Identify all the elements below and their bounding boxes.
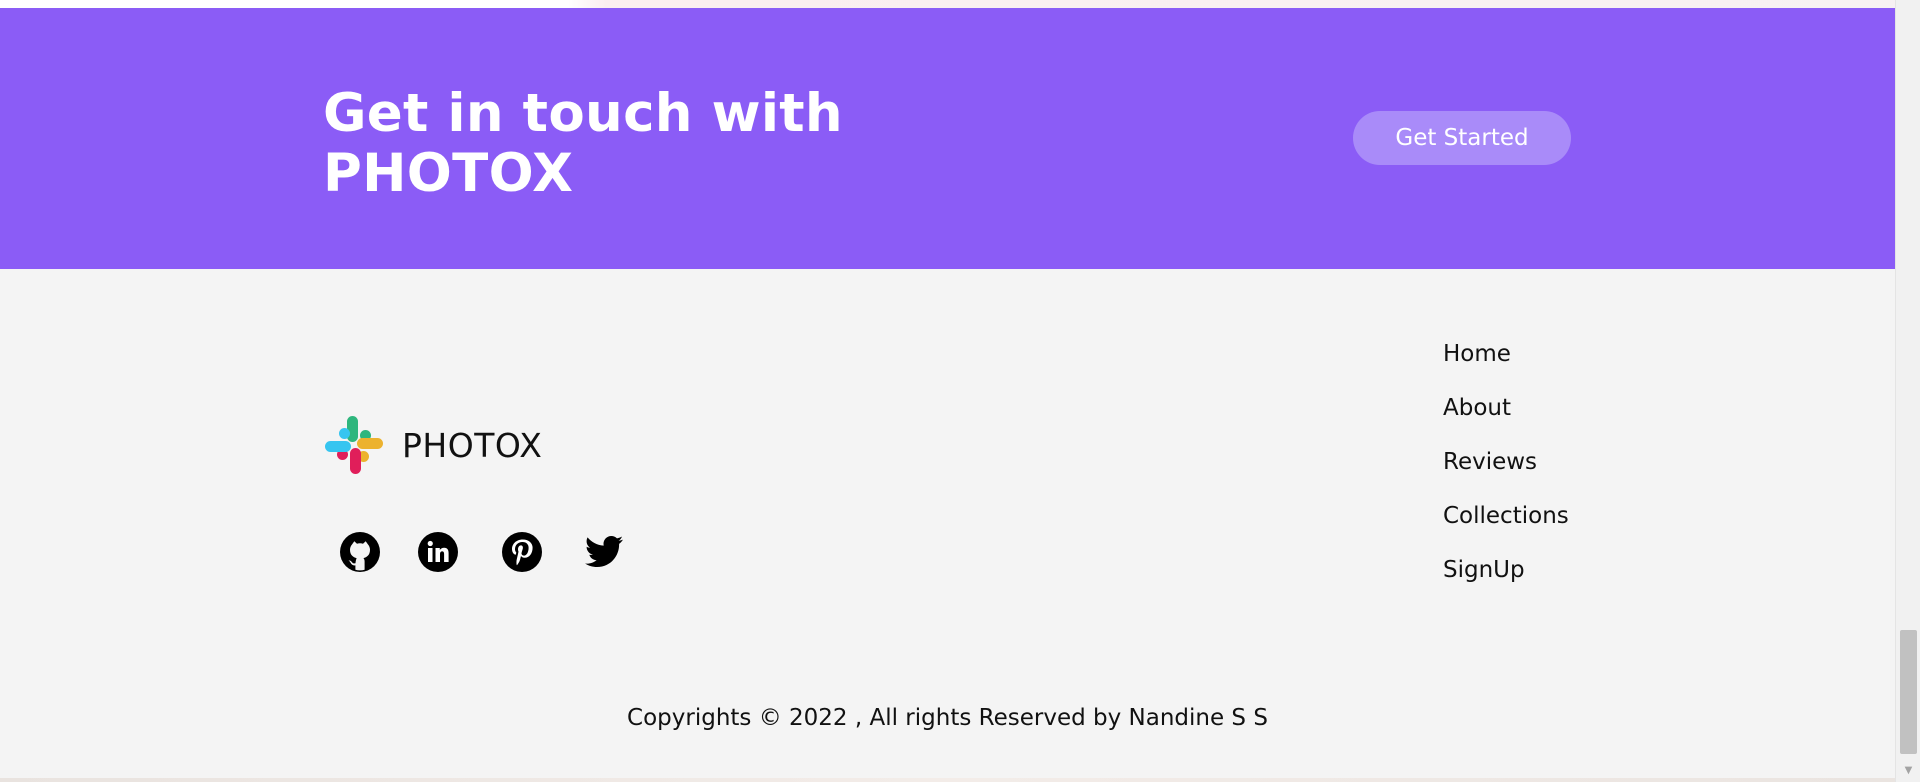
nav-item-home[interactable]: Home bbox=[1443, 339, 1569, 393]
top-strip bbox=[0, 0, 1895, 8]
cta-section: Get in touch with PHOTOX Get Started bbox=[0, 8, 1895, 269]
social-links bbox=[339, 531, 625, 573]
nav-item-signup[interactable]: SignUp bbox=[1443, 555, 1569, 609]
scroll-up-arrow-icon[interactable] bbox=[1896, 0, 1920, 20]
slack-style-logo-icon bbox=[325, 416, 383, 474]
get-started-button[interactable]: Get Started bbox=[1353, 111, 1571, 165]
scroll-down-arrow-icon[interactable]: ▼ bbox=[1896, 760, 1920, 780]
scrollbar[interactable]: ▼ bbox=[1895, 0, 1920, 782]
brand-name: PHOTOX bbox=[402, 425, 543, 465]
nav-item-collections[interactable]: Collections bbox=[1443, 501, 1569, 555]
nav-item-about[interactable]: About bbox=[1443, 393, 1569, 447]
copyright-text: Copyrights © 2022 , All rights Reserved … bbox=[627, 705, 1268, 731]
nav-item-reviews[interactable]: Reviews bbox=[1443, 447, 1569, 501]
footer-nav: Home About Reviews Collections SignUp bbox=[1443, 339, 1569, 609]
github-icon[interactable] bbox=[339, 531, 381, 573]
scrollbar-thumb[interactable] bbox=[1900, 630, 1917, 754]
cta-title: Get in touch with PHOTOX bbox=[323, 83, 843, 204]
bottom-divider bbox=[0, 778, 1895, 782]
twitter-icon[interactable] bbox=[583, 531, 625, 573]
pinterest-icon[interactable] bbox=[501, 531, 543, 573]
footer: PHOTOX Home About Reviews Collections Si… bbox=[0, 269, 1895, 782]
linkedin-icon[interactable] bbox=[417, 531, 459, 573]
page: Get in touch with PHOTOX Get Started PHO… bbox=[0, 0, 1920, 782]
brand[interactable]: PHOTOX bbox=[323, 414, 542, 476]
